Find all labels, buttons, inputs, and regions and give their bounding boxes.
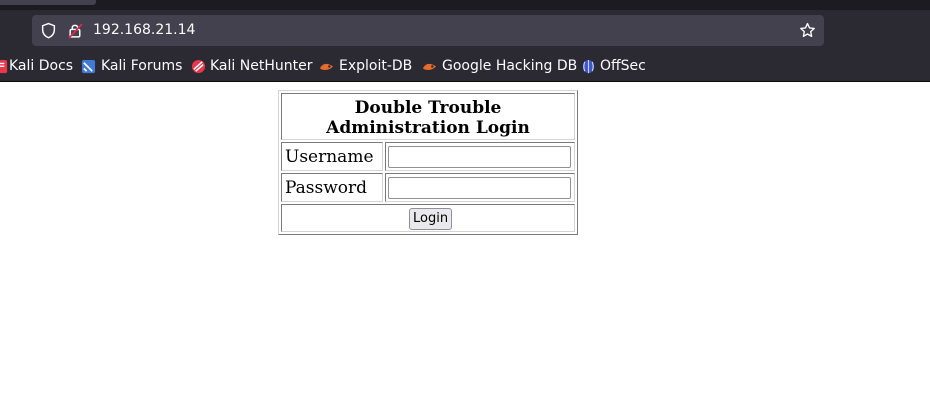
kali-docs-icon — [0, 59, 8, 74]
navigation-toolbar: 192.168.21.14 — [0, 10, 930, 52]
kali-nethunter-icon — [191, 59, 206, 74]
login-button[interactable]: Login — [409, 208, 453, 230]
bookmark-offsec[interactable]: OffSec — [581, 52, 651, 81]
bookmark-kali-forums[interactable]: Kali Forums — [81, 52, 182, 81]
exploit-db-icon — [319, 63, 334, 71]
login-title: Double Trouble Administration Login — [281, 93, 575, 140]
url-text[interactable]: 192.168.21.14 — [93, 15, 195, 46]
bookmark-kali-docs[interactable]: Kali Docs — [0, 52, 74, 81]
login-table: Double Trouble Administration Login User… — [278, 90, 578, 235]
password-input[interactable] — [388, 177, 571, 199]
kali-forums-icon — [81, 59, 96, 74]
offsec-icon — [582, 59, 595, 74]
insecure-lock-icon[interactable] — [67, 22, 84, 39]
ghdb-icon — [422, 63, 437, 71]
username-input[interactable] — [388, 146, 571, 168]
shield-icon[interactable] — [40, 22, 57, 39]
password-cell — [385, 173, 575, 202]
bookmark-kali-nethunter[interactable]: Kali NetHunter — [191, 52, 312, 81]
tab-strip — [0, 0, 930, 10]
username-cell — [385, 142, 575, 171]
password-label: Password — [281, 173, 383, 202]
bookmark-star-icon[interactable] — [799, 22, 816, 39]
username-label: Username — [281, 142, 383, 171]
bookmark-exploit-db[interactable]: Exploit-DB — [319, 52, 414, 81]
submit-cell: Login — [281, 204, 575, 232]
active-tab[interactable] — [0, 0, 96, 5]
bookmarks-toolbar: Kali Docs Kali Forums Kali NetHunter Exp… — [0, 52, 930, 82]
address-bar[interactable]: 192.168.21.14 — [32, 15, 824, 46]
bookmark-google-hacking-db[interactable]: Google Hacking DB — [422, 52, 577, 81]
